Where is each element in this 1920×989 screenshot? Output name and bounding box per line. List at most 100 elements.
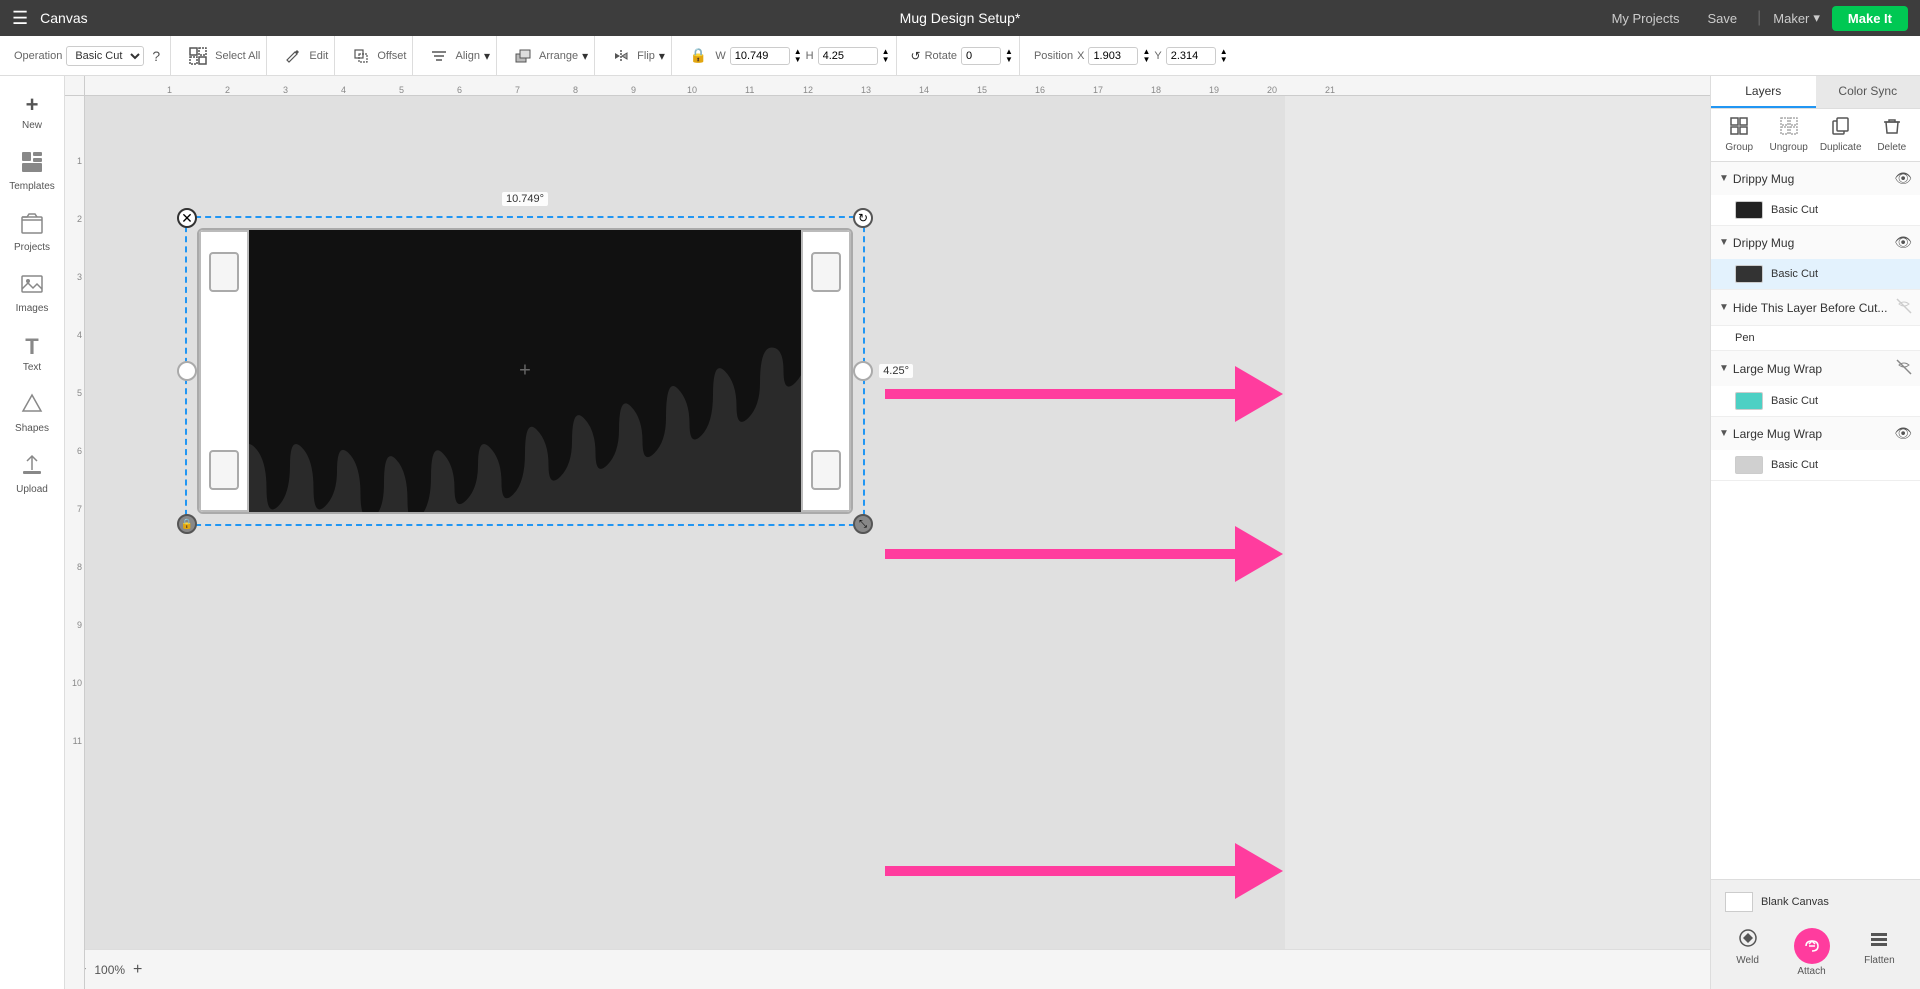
sidebar-item-templates[interactable]: Templates [4, 143, 60, 200]
y-input[interactable] [1166, 47, 1216, 65]
x-input[interactable] [1088, 47, 1138, 65]
rtick-14: 14 [917, 85, 929, 95]
sidebar-item-images[interactable]: Images [4, 265, 60, 322]
layer-item-5[interactable]: Basic Cut [1711, 450, 1920, 480]
rotate-down[interactable]: ▼ [1005, 56, 1013, 64]
panel-tabs: Layers Color Sync [1711, 76, 1920, 109]
sidebar-item-text[interactable]: T Text [4, 326, 60, 381]
ltick-9: 9 [77, 620, 82, 630]
arrange-chevron-icon: ▾ [582, 49, 588, 63]
align-chevron-icon: ▾ [484, 49, 490, 63]
arrange-group: Arrange ▾ [505, 36, 595, 75]
offset-button[interactable] [349, 46, 373, 66]
layer-group-3-header[interactable]: ▼ Hide This Layer Before Cut... [1711, 290, 1920, 326]
layer-group-2-header[interactable]: ▼ Drippy Mug 👁 [1711, 226, 1920, 259]
layer-group-4-name: Large Mug Wrap [1733, 362, 1892, 376]
layer-item-4[interactable]: Basic Cut [1711, 386, 1920, 416]
layers-list: ▼ Drippy Mug 👁 Basic Cut ▼ Drippy Mug 👁 [1711, 162, 1920, 879]
layer-group-4: ▼ Large Mug Wrap Basic Cut [1711, 351, 1920, 417]
visibility-icon-5[interactable]: 👁 [1894, 425, 1912, 442]
sidebar-text-label: Text [23, 362, 41, 373]
sidebar-item-projects[interactable]: Projects [4, 204, 60, 261]
images-icon [21, 273, 43, 301]
width-down[interactable]: ▼ [794, 56, 802, 64]
layer-group-5-name: Large Mug Wrap [1733, 427, 1890, 441]
rtick-17: 17 [1091, 85, 1103, 95]
expand-icon-4: ▼ [1719, 363, 1729, 374]
operation-select[interactable]: Basic Cut [66, 46, 144, 66]
visibility-icon-3[interactable] [1896, 298, 1912, 317]
layer-thumb-5 [1735, 456, 1763, 474]
layer-group-1: ▼ Drippy Mug 👁 Basic Cut [1711, 162, 1920, 226]
zoom-in-button[interactable]: + [133, 961, 142, 979]
x-down[interactable]: ▼ [1142, 56, 1150, 64]
attach-button[interactable]: Attach [1794, 928, 1830, 977]
page-title: Mug Design Setup* [900, 10, 1021, 26]
visibility-icon-1[interactable]: 👁 [1894, 170, 1912, 187]
operation-help-icon[interactable]: ? [148, 46, 164, 66]
duplicate-button[interactable]: Duplicate [1816, 113, 1866, 157]
sidebar-item-upload[interactable]: Upload [4, 446, 60, 503]
visibility-icon-2[interactable]: 👁 [1894, 234, 1912, 251]
delete-button[interactable]: Delete [1870, 113, 1914, 157]
ltick-4: 4 [77, 330, 82, 340]
size-lock-icon[interactable]: 🔒 [686, 45, 711, 66]
close-handle[interactable]: ✕ [177, 208, 197, 228]
layer-item-1[interactable]: Basic Cut [1711, 195, 1920, 225]
sidebar-item-new[interactable]: + New [4, 84, 60, 139]
maker-dropdown[interactable]: Maker ▾ [1773, 10, 1820, 26]
canvas-work[interactable]: 10.749° 4.25° ✕ ↻ 🔒 ⤡ [85, 96, 1710, 949]
pen-name: Pen [1735, 332, 1755, 344]
tab-layers[interactable]: Layers [1711, 76, 1816, 108]
canvas-area[interactable]: 1 2 3 4 5 6 7 8 9 10 11 12 13 14 15 16 1… [65, 76, 1710, 989]
edit-button[interactable] [281, 46, 305, 66]
ruler-left: 1 2 3 4 5 6 7 8 9 10 11 [65, 96, 85, 989]
mug-center: + [249, 230, 801, 512]
toolbar: Operation Basic Cut ? Select All Edit Of… [0, 36, 1920, 76]
main-layout: + New Templates Projects Images T Text [0, 76, 1920, 989]
layer-group-1-header[interactable]: ▼ Drippy Mug 👁 [1711, 162, 1920, 195]
pink-arrow-2 [885, 526, 1283, 582]
layer-group-3-name: Hide This Layer Before Cut... [1733, 301, 1892, 315]
size-width-input[interactable] [730, 47, 790, 65]
canvas-label: Canvas [40, 10, 87, 26]
rotate-handle[interactable]: ↻ [853, 208, 873, 228]
arrange-button[interactable] [511, 46, 535, 66]
sidebar-item-shapes[interactable]: Shapes [4, 385, 60, 442]
width-spinner: ▲ ▼ [794, 48, 802, 64]
flatten-button[interactable]: Flatten [1864, 928, 1895, 977]
select-all-button[interactable] [185, 45, 211, 67]
select-all-group: Select All [179, 36, 267, 75]
ltick-2: 2 [77, 214, 82, 224]
layer-item-1-name: Basic Cut [1771, 204, 1912, 216]
my-projects-button[interactable]: My Projects [1604, 7, 1688, 30]
flip-button[interactable] [609, 46, 633, 66]
save-button[interactable]: Save [1699, 7, 1745, 30]
flatten-label: Flatten [1864, 955, 1895, 966]
layer-group-4-header[interactable]: ▼ Large Mug Wrap [1711, 351, 1920, 386]
lock-handle[interactable]: 🔒 [177, 514, 197, 534]
mug-notch-br [811, 450, 841, 490]
layer-item-2[interactable]: Basic Cut [1711, 259, 1920, 289]
left-handle[interactable] [177, 361, 197, 381]
menu-icon[interactable]: ☰ [12, 8, 28, 29]
visibility-icon-4[interactable] [1896, 359, 1912, 378]
height-down[interactable]: ▼ [882, 56, 890, 64]
sidebar-templates-label: Templates [9, 181, 55, 192]
blank-canvas-thumb [1725, 892, 1753, 912]
make-it-button[interactable]: Make It [1832, 6, 1908, 31]
resize-handle[interactable]: ⤡ [853, 514, 873, 534]
align-button[interactable] [427, 46, 451, 66]
design-object[interactable]: 10.749° 4.25° ✕ ↻ 🔒 ⤡ [185, 216, 865, 526]
rotate-input[interactable] [961, 47, 1001, 65]
x-label: X [1077, 50, 1084, 62]
right-handle[interactable] [853, 361, 873, 381]
weld-button[interactable]: Weld [1736, 928, 1759, 977]
edit-group: Edit [275, 36, 335, 75]
ungroup-button[interactable]: Ungroup [1765, 113, 1811, 157]
layer-group-5-header[interactable]: ▼ Large Mug Wrap 👁 [1711, 417, 1920, 450]
size-height-input[interactable] [818, 47, 878, 65]
y-down[interactable]: ▼ [1220, 56, 1228, 64]
tab-color-sync[interactable]: Color Sync [1816, 76, 1920, 108]
group-button[interactable]: Group [1717, 113, 1761, 157]
